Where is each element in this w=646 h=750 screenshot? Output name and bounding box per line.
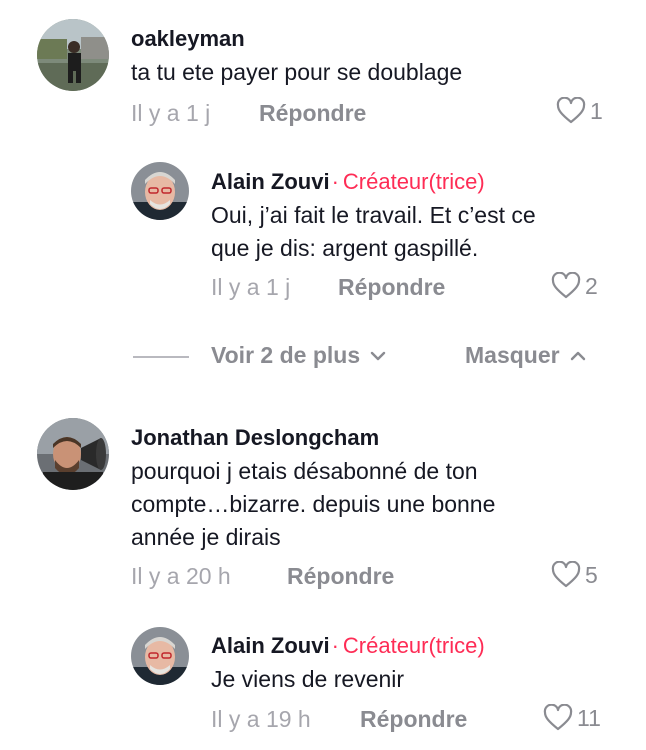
divider-line <box>133 356 189 358</box>
heart-icon <box>551 561 581 588</box>
heart-icon <box>556 97 586 124</box>
creator-badge: Créateur(trice) <box>342 169 485 194</box>
avatar[interactable] <box>37 19 109 91</box>
avatar[interactable] <box>131 627 189 685</box>
heart-icon <box>551 272 581 299</box>
separator-dot: · <box>331 169 339 194</box>
reply-button[interactable]: Répondre <box>287 563 394 590</box>
reply-button[interactable]: Répondre <box>259 100 366 127</box>
hide-label: Masquer <box>465 342 560 368</box>
view-more-button[interactable]: Voir 2 de plus <box>211 342 386 369</box>
reply-username[interactable]: Alain Zouvi <box>211 633 330 658</box>
reply-text-line-1: Oui, j’ai fait le travail. Et c’est ce <box>211 202 536 228</box>
like-count: 2 <box>585 272 598 299</box>
like-count: 11 <box>577 704 601 731</box>
chevron-up-icon <box>570 351 585 360</box>
like-button[interactable]: 5 <box>551 561 598 589</box>
reply-button[interactable]: Répondre <box>338 274 445 301</box>
reply-username[interactable]: Alain Zouvi <box>211 169 330 194</box>
reply-timestamp: Il y a 19 h <box>211 706 311 732</box>
like-count: 1 <box>590 97 603 124</box>
heart-icon <box>543 704 573 731</box>
comment-timestamp: Il y a 20 h <box>131 563 231 589</box>
comment-text-line-2: compte…bizarre. depuis une bonne <box>131 491 496 517</box>
reply-text-line-2: que je dis: argent gaspillé. <box>211 235 479 261</box>
chevron-down-icon <box>370 351 386 360</box>
comment-username[interactable]: Jonathan Deslongcham <box>131 425 379 451</box>
reply-username-line: Alain Zouvi· Créateur(trice) <box>211 633 485 659</box>
like-count: 5 <box>585 561 598 588</box>
avatar[interactable] <box>37 418 109 490</box>
avatar[interactable] <box>131 162 189 220</box>
comment-text: ta tu ete payer pour se doublage <box>131 59 463 85</box>
comment-timestamp: Il y a 1 j <box>131 100 211 126</box>
like-button[interactable]: 11 <box>543 704 601 732</box>
comment-text-line-3: année je dirais <box>131 524 281 550</box>
reply-button[interactable]: Répondre <box>360 706 467 733</box>
view-more-label: Voir 2 de plus <box>211 342 361 368</box>
comment-username[interactable]: oakleyman <box>131 26 245 52</box>
separator-dot: · <box>331 633 339 658</box>
reply-text: Je viens de revenir <box>211 666 405 692</box>
thread-controls: Voir 2 de plus Masquer <box>0 338 646 374</box>
reply-timestamp: Il y a 1 j <box>211 274 291 300</box>
hide-replies-button[interactable]: Masquer <box>465 342 586 369</box>
like-button[interactable]: 2 <box>551 272 598 300</box>
comment-text-line-1: pourquoi j etais désabonné de ton <box>131 458 478 484</box>
reply-username-line: Alain Zouvi· Créateur(trice) <box>211 169 485 195</box>
creator-badge: Créateur(trice) <box>342 633 485 658</box>
like-button[interactable]: 1 <box>556 97 603 125</box>
